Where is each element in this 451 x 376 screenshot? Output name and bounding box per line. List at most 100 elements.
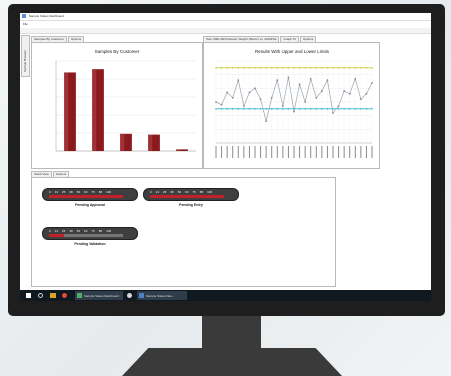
x-tick-label xyxy=(310,146,312,158)
x-tick-label xyxy=(232,146,234,158)
gauge-tick-label: 88 xyxy=(199,190,204,194)
upper-limit-marker xyxy=(220,67,223,69)
side-tab[interactable]: Sample Browser xyxy=(21,35,30,77)
bar-highlight xyxy=(92,69,97,151)
bar-chart: Samples By Customer xyxy=(55,49,196,152)
app-icon xyxy=(22,14,26,18)
monitor-stand-neck xyxy=(202,316,261,349)
lower-limit-marker xyxy=(321,108,323,110)
start-icon[interactable] xyxy=(26,293,31,298)
data-point xyxy=(293,110,295,113)
lower-limit-marker xyxy=(226,108,228,110)
upper-limit-marker xyxy=(271,67,273,69)
lower-limit-marker xyxy=(215,108,217,110)
data-point xyxy=(220,103,223,106)
gauge-tick-label: 13 xyxy=(54,190,59,194)
lower-limit-marker xyxy=(315,108,317,110)
upper-limit-marker xyxy=(326,67,329,69)
x-tick-label xyxy=(271,146,273,158)
lower-limit-marker xyxy=(337,108,340,110)
lower-limit-marker xyxy=(304,108,306,110)
x-tick-label xyxy=(260,146,262,158)
upper-limit-marker xyxy=(310,67,312,69)
upper-limit-marker xyxy=(259,67,262,69)
data-point xyxy=(359,98,362,101)
gauge-tick-label: 38 xyxy=(69,190,73,194)
folder-icon[interactable] xyxy=(50,293,56,298)
app-icon[interactable] xyxy=(127,293,132,298)
upper-limit-marker xyxy=(343,67,345,69)
gauge-fill xyxy=(150,195,224,198)
gauge-track xyxy=(150,195,224,198)
bar-chart-title: Samples By Customer xyxy=(95,49,140,54)
x-tick-label xyxy=(287,146,289,158)
upper-limit-marker xyxy=(332,67,334,69)
x-tick-label xyxy=(299,146,301,158)
upper-limit-marker xyxy=(243,67,245,69)
upper-limit-marker xyxy=(254,67,256,69)
stack-pending-validation[interactable]: 0 13 25 38 50 63 75 88 100 Pending Validation xyxy=(42,227,138,246)
taskbar-item-label: Sample Status Dashboard xyxy=(84,294,120,298)
data-point xyxy=(242,105,245,107)
data-point xyxy=(315,97,318,99)
lower-limit-marker xyxy=(332,108,334,110)
gauge-scale: 0 13 25 38 50 63 75 88 100 xyxy=(150,190,212,194)
gauge-tick-label: 50 xyxy=(177,190,182,194)
stack-gauge: 0 13 25 38 50 63 75 88 100 xyxy=(42,188,138,201)
lower-limit-marker xyxy=(349,108,351,110)
lower-limit-marker xyxy=(310,108,312,110)
stack-pending-approval[interactable]: 0 13 25 38 50 63 75 88 100 Pending Approval xyxy=(42,188,138,207)
gauge-tick-label: 75 xyxy=(192,190,196,194)
stack-pending-entry[interactable]: 0 13 25 38 50 63 75 88 100 Pending Entry xyxy=(143,188,239,207)
x-tick-label xyxy=(276,146,278,158)
upper-limit-marker xyxy=(282,67,284,69)
upper-limit-marker xyxy=(321,67,323,69)
gauge-tick-label: 100 xyxy=(106,229,112,233)
x-tick-label xyxy=(321,146,323,158)
gauge-tick-label: 63 xyxy=(84,229,88,233)
x-tick-label xyxy=(304,146,306,158)
data-point xyxy=(348,92,351,95)
gauge-tick-label: 25 xyxy=(163,190,167,194)
window-titlebar: Sample Status Dashboard xyxy=(20,13,431,21)
taskbar-item-dashboard[interactable]: Sample Status Dashboard xyxy=(75,291,123,300)
x-tick-label xyxy=(243,146,245,158)
x-tick-label xyxy=(215,146,217,158)
gauge-track xyxy=(49,234,123,237)
stack-label: Pending Validation xyxy=(74,242,106,246)
data-point xyxy=(270,97,273,99)
gauge-tick-label: 63 xyxy=(84,190,88,194)
gauge-tick-label: 13 xyxy=(155,190,160,194)
upper-limit-marker xyxy=(287,67,290,69)
gauge-tick-label: 25 xyxy=(62,190,66,194)
upper-limit-marker xyxy=(237,67,239,69)
gauge-tick-label: 13 xyxy=(54,229,59,233)
search-icon[interactable] xyxy=(38,293,43,298)
lower-limit-marker xyxy=(371,108,373,110)
gauge-track xyxy=(49,195,123,198)
x-tick-label xyxy=(365,146,367,158)
data-point xyxy=(337,105,340,107)
taskbar: Sample Status Dashboard Sample Status Da… xyxy=(20,290,431,301)
taskbar-item-dashboard-2[interactable]: Sample Status Das... xyxy=(137,291,187,300)
x-tick-label xyxy=(360,146,362,158)
menu-file[interactable]: File xyxy=(23,22,28,26)
window-title: Sample Status Dashboard xyxy=(29,14,65,18)
gauge-tick-label: 38 xyxy=(170,190,174,194)
data-point xyxy=(259,98,262,101)
lower-limit-marker xyxy=(326,108,329,110)
x-tick-label xyxy=(248,146,250,158)
stack-gauge: 0 13 25 38 50 63 75 88 100 xyxy=(143,188,239,201)
bar-highlight xyxy=(176,149,181,151)
x-tick-label xyxy=(326,146,328,158)
x-tick-label xyxy=(349,146,351,158)
x-tick-label xyxy=(343,146,345,158)
gauge-tick-label: 75 xyxy=(91,229,95,233)
lower-limit-marker xyxy=(271,108,273,110)
lower-limit-marker xyxy=(365,108,368,110)
data-point xyxy=(226,91,229,94)
x-tick-label xyxy=(254,146,256,158)
browser-icon[interactable] xyxy=(62,293,67,298)
gauge-tick-label: 25 xyxy=(62,229,66,233)
lower-limit-marker xyxy=(232,108,234,110)
